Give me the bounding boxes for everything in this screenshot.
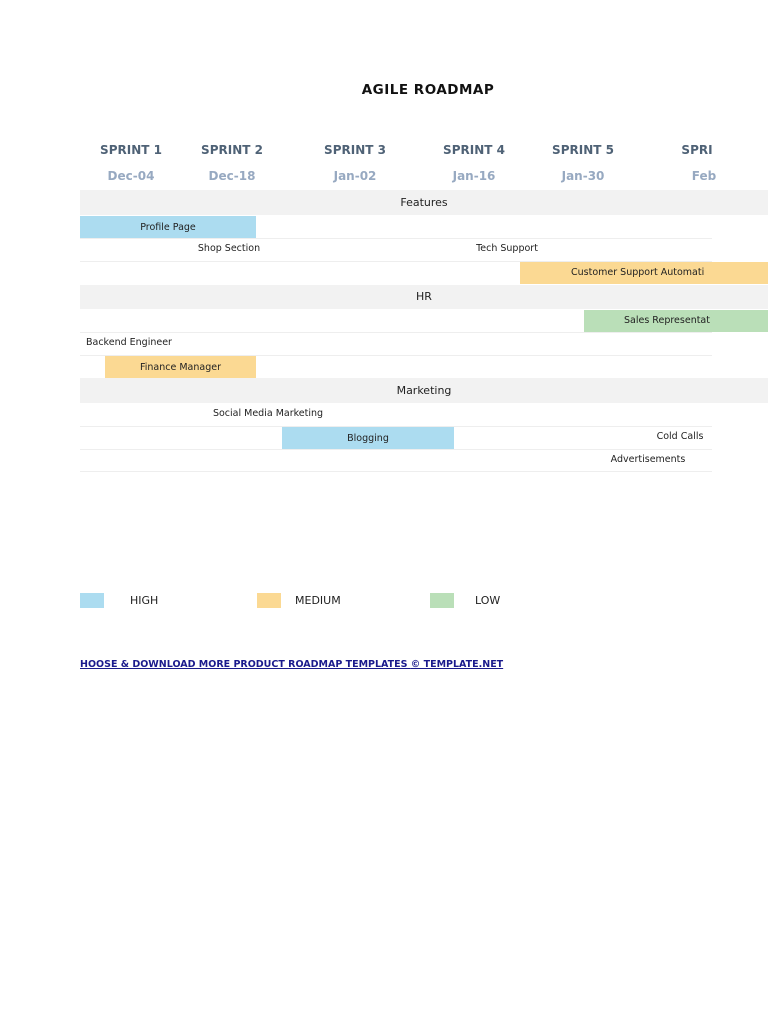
legend-swatch-medium (257, 593, 281, 608)
sprint-header-6: SPRI (681, 143, 713, 157)
sprint-header-1: SPRINT 1 (100, 143, 162, 157)
legend-label-high: HIGH (130, 594, 159, 607)
row-divider (80, 471, 712, 472)
task-bar-medium[interactable]: Finance Manager (105, 356, 256, 378)
copyright-link[interactable]: © TEMPLATE.NET (411, 659, 503, 670)
page-title: AGILE ROADMAP (361, 82, 495, 98)
sprint-header-4: SPRINT 4 (443, 143, 505, 157)
task-bar-high[interactable]: Blogging (282, 427, 454, 449)
task-label: Backend Engineer (86, 337, 172, 348)
section-features: Features (80, 190, 768, 215)
task-label: Tech Support (476, 243, 538, 254)
task-label: Advertisements (610, 454, 686, 465)
sprint-header-5: SPRINT 5 (552, 143, 614, 157)
section-hr: HR (80, 285, 768, 309)
sprint-date-5: Jan-30 (561, 169, 605, 183)
task-label: Shop Section (197, 243, 261, 254)
sprint-date-4: Jan-16 (452, 169, 496, 183)
row-divider (80, 449, 712, 450)
task-label: Customer Support Automati (571, 267, 705, 278)
sprint-header-3: SPRINT 3 (324, 143, 386, 157)
sprint-date-6: Feb (691, 169, 717, 183)
row-divider (80, 332, 712, 333)
legend-label-low: LOW (475, 594, 501, 607)
sprint-date-3: Jan-02 (333, 169, 377, 183)
task-label: Social Media Marketing (212, 408, 324, 419)
sprint-date-1: Dec-04 (107, 169, 155, 183)
templates-link-text[interactable]: HOOSE & DOWNLOAD MORE PRODUCT ROADMAP TE… (80, 659, 407, 670)
task-bar-high[interactable]: Profile Page (80, 216, 256, 238)
legend-label-medium: MEDIUM (295, 594, 341, 607)
section-marketing: Marketing (80, 378, 768, 403)
legend-swatch-high (80, 593, 104, 608)
row-divider (80, 238, 712, 239)
sprint-date-2: Dec-18 (208, 169, 256, 183)
task-label: Cold Calls (656, 431, 704, 442)
sprint-header-2: SPRINT 2 (201, 143, 263, 157)
task-label: Sales Representat (624, 315, 710, 326)
templates-link[interactable]: HOOSE & DOWNLOAD MORE PRODUCT ROADMAP TE… (80, 659, 503, 670)
legend-swatch-low (430, 593, 454, 608)
